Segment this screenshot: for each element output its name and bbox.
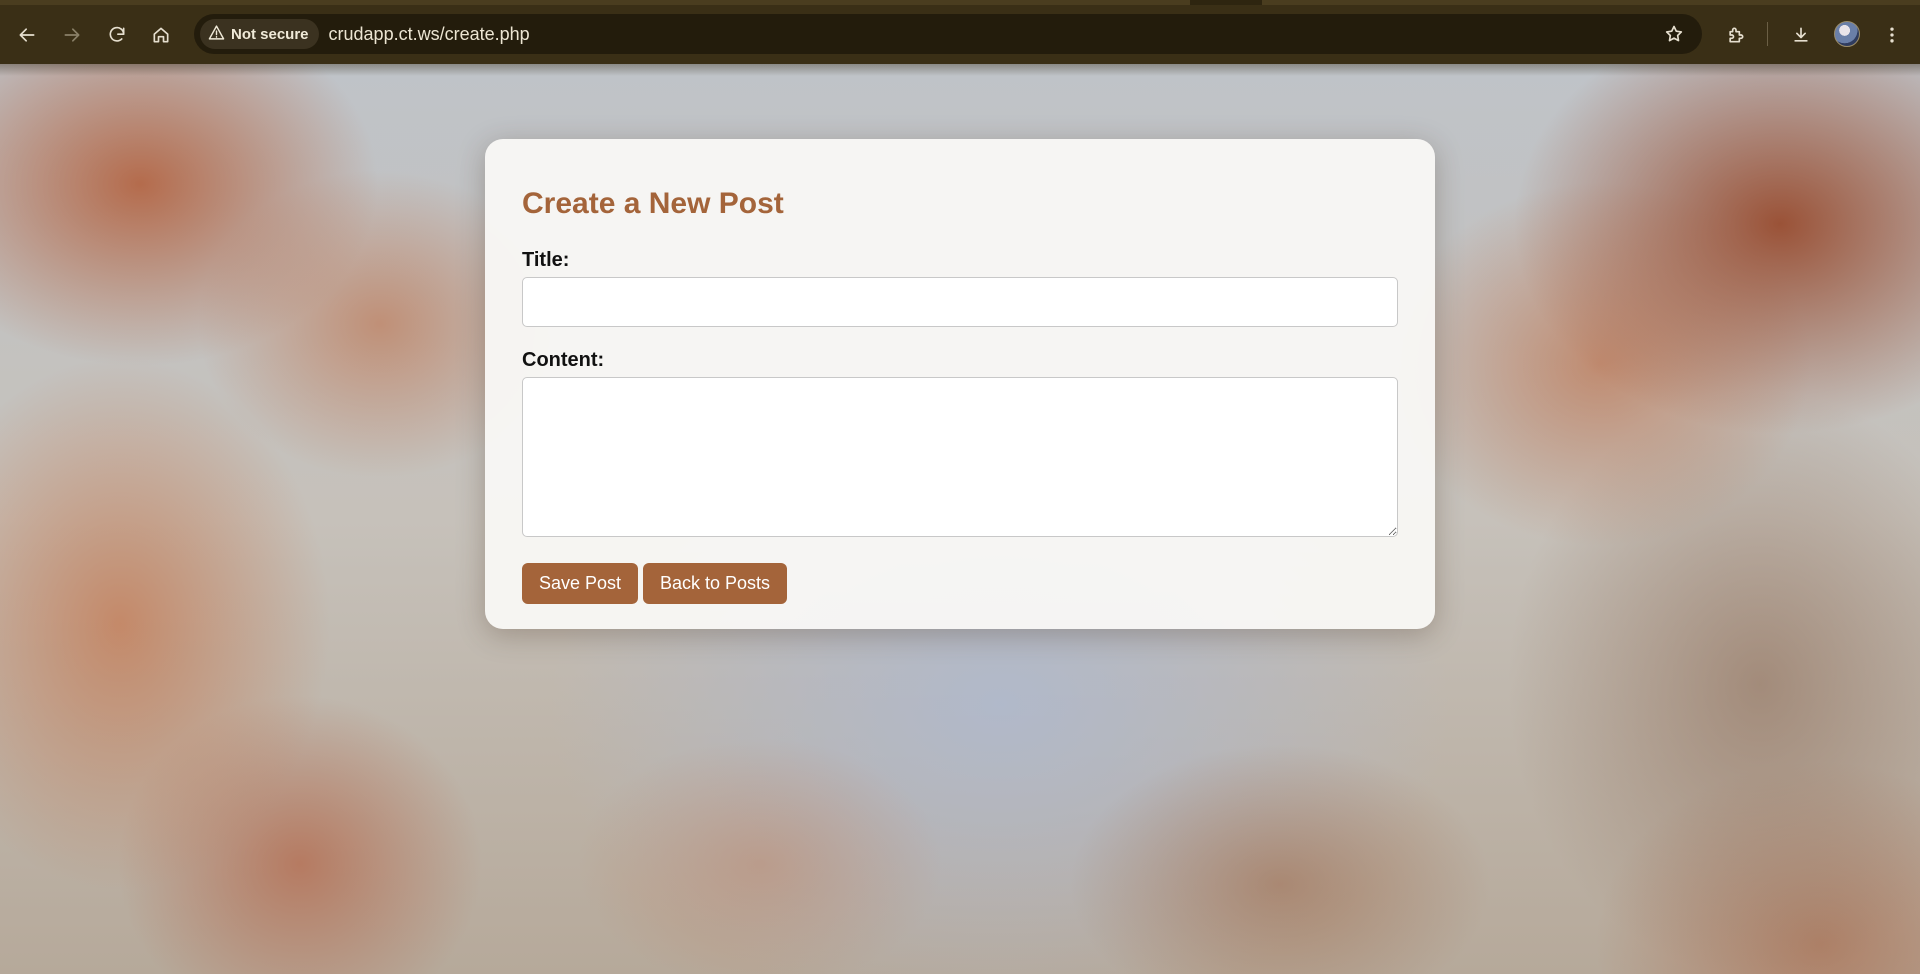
home-icon[interactable]	[143, 17, 179, 53]
security-indicator[interactable]: Not secure	[200, 19, 319, 49]
extensions-icon[interactable]	[1718, 17, 1754, 53]
tab-strip	[0, 0, 1920, 5]
page-title: Create a New Post	[522, 187, 784, 220]
address-bar[interactable]: Not secure crudapp.ct.ws/create.php	[194, 14, 1702, 54]
url-text[interactable]: crudapp.ct.ws/create.php	[329, 24, 530, 45]
forward-arrow-icon[interactable]	[54, 17, 90, 53]
security-label: Not secure	[231, 25, 309, 43]
bookmark-star-icon[interactable]	[1660, 20, 1688, 48]
save-post-button[interactable]: Save Post	[522, 563, 639, 604]
menu-kebab-icon[interactable]	[1874, 17, 1910, 53]
back-arrow-icon[interactable]	[9, 17, 45, 53]
create-post-card: Create a New Post Title: Content: Save P…	[485, 139, 1435, 629]
download-icon[interactable]	[1783, 17, 1819, 53]
title-label: Title:	[522, 249, 570, 271]
tab-separator	[1190, 0, 1262, 5]
page-viewport: Create a New Post Title: Content: Save P…	[0, 64, 1920, 974]
profile-avatar[interactable]	[1834, 21, 1860, 47]
warning-icon	[208, 24, 225, 45]
browser-toolbar: Not secure crudapp.ct.ws/create.php	[0, 0, 1920, 64]
title-input[interactable]	[522, 277, 1398, 327]
back-to-posts-button[interactable]: Back to Posts	[643, 563, 788, 604]
reload-icon[interactable]	[99, 17, 135, 53]
content-label: Content:	[522, 349, 605, 371]
toolbar-divider	[1767, 22, 1768, 46]
toolbar-shadow	[0, 64, 1920, 76]
content-textarea[interactable]	[522, 377, 1398, 537]
